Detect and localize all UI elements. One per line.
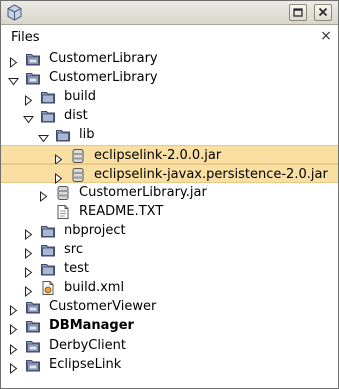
tree-item-label: CustomerLibrary — [49, 70, 158, 85]
tree-row[interactable]: CustomerLibrary — [1, 68, 338, 87]
jar-icon — [70, 148, 86, 164]
tree-row[interactable]: src — [1, 240, 338, 259]
tree-row[interactable]: README.TXT — [1, 202, 338, 221]
collapse-toggle-icon[interactable] — [53, 169, 64, 184]
folder-icon — [55, 127, 71, 143]
collapse-toggle-icon[interactable] — [23, 91, 34, 106]
folder-icon — [40, 89, 56, 105]
tree-row[interactable]: build.xml — [1, 278, 338, 297]
collapse-toggle-icon[interactable] — [8, 301, 19, 316]
tree-row[interactable]: build — [1, 87, 338, 106]
tree-row[interactable]: dist — [1, 106, 338, 125]
project-folder-icon — [25, 338, 41, 354]
app-icon — [7, 4, 22, 21]
collapse-toggle-icon[interactable] — [23, 282, 34, 297]
title-bar[interactable] — [1, 1, 338, 25]
collapse-toggle-icon[interactable] — [23, 225, 34, 240]
collapse-toggle-icon[interactable] — [8, 340, 19, 355]
tree-row[interactable]: eclipselink-javax.persistence-2.0.jar — [1, 164, 338, 184]
tree-item-label: src — [64, 242, 83, 257]
project-folder-icon — [25, 357, 41, 373]
tree-item-label: EclipseLink — [49, 357, 122, 372]
folder-icon — [40, 108, 56, 124]
collapse-toggle-icon[interactable] — [53, 150, 64, 165]
xml-file-icon — [40, 280, 56, 296]
maximize-icon — [293, 8, 303, 17]
collapse-toggle-icon[interactable] — [8, 359, 19, 374]
folder-icon — [40, 223, 56, 239]
tree-item-label: DerbyClient — [49, 338, 126, 353]
jar-icon — [70, 167, 86, 183]
folder-icon — [40, 261, 56, 277]
tree-row[interactable]: EclipseLink — [1, 355, 338, 374]
files-panel-header: Files × — [1, 25, 338, 49]
jar-icon — [55, 185, 71, 201]
folder-icon — [40, 242, 56, 258]
tree-row[interactable]: test — [1, 259, 338, 278]
panel-close-button[interactable]: × — [319, 28, 333, 44]
ide-window: Files × CustomerLibrary CustomerLibrary bu… — [0, 0, 339, 389]
panel-title: Files — [11, 30, 40, 45]
tree-row[interactable]: eclipselink-2.0.0.jar — [1, 145, 338, 165]
tree-item-label: lib — [79, 127, 95, 142]
tree-item-label: DBManager — [49, 318, 134, 333]
project-folder-icon — [25, 51, 41, 67]
tree-item-label: test — [64, 261, 89, 276]
close-window-button[interactable] — [314, 4, 332, 21]
tree-row[interactable]: CustomerViewer — [1, 297, 338, 316]
collapse-toggle-icon[interactable] — [23, 244, 34, 259]
expand-toggle-icon[interactable] — [8, 72, 19, 86]
collapse-toggle-icon[interactable] — [8, 320, 19, 335]
expand-toggle-icon[interactable] — [23, 110, 34, 124]
expand-toggle-icon[interactable] — [38, 129, 49, 143]
close-icon — [318, 7, 328, 17]
tree-item-label: CustomerViewer — [49, 299, 157, 314]
tree-item-label: build.xml — [64, 280, 125, 295]
maximize-button[interactable] — [289, 4, 307, 21]
tree-row[interactable]: DBManager — [1, 316, 338, 335]
tree-row[interactable]: CustomerLibrary — [1, 49, 338, 68]
tree-row[interactable]: nbproject — [1, 221, 338, 240]
tree-row[interactable]: DerbyClient — [1, 336, 338, 355]
text-file-icon — [55, 204, 71, 220]
collapse-toggle-icon[interactable] — [8, 53, 19, 68]
tree-item-label: eclipselink-javax.persistence-2.0.jar — [94, 167, 328, 182]
tree-item-label: CustomerLibrary.jar — [79, 185, 207, 200]
tree-row[interactable]: lib — [1, 125, 338, 144]
tree-item-label: CustomerLibrary — [49, 51, 158, 66]
tree-item-label: dist — [64, 108, 88, 123]
collapse-toggle-icon[interactable] — [23, 263, 34, 278]
tree-row[interactable]: CustomerLibrary.jar — [1, 183, 338, 202]
collapse-toggle-icon[interactable] — [38, 187, 49, 202]
project-folder-icon — [25, 70, 41, 86]
tree-item-label: README.TXT — [79, 204, 164, 219]
tree-item-label: eclipselink-2.0.0.jar — [94, 148, 222, 163]
project-folder-icon — [25, 318, 41, 334]
tree-item-label: build — [64, 89, 96, 104]
project-folder-icon — [25, 299, 41, 315]
tree-item-label: nbproject — [64, 223, 126, 238]
